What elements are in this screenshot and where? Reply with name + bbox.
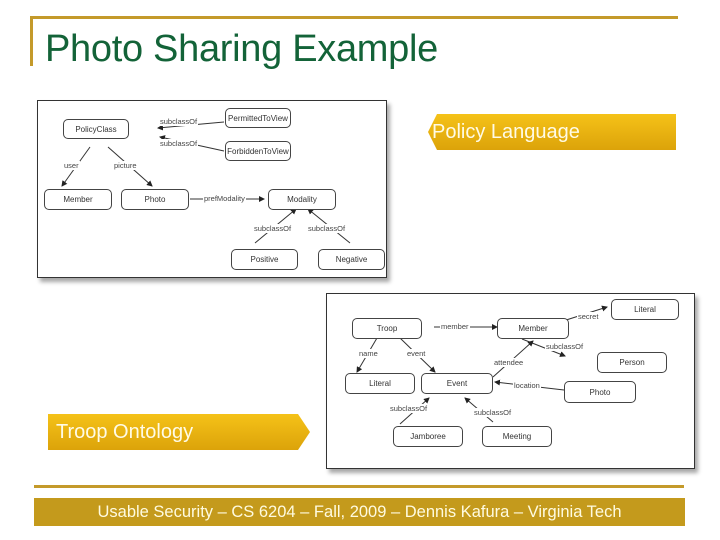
- troop-diagram: Troop Member Literal Person Literal Even…: [326, 293, 695, 469]
- policy-language-callout: Policy Language: [428, 114, 676, 150]
- node-jamboree: Jamboree: [393, 426, 463, 447]
- slide-title: Photo Sharing Example: [45, 28, 438, 70]
- edge-label-subclass1: subclassOf: [159, 117, 199, 126]
- node-photo: Photo: [564, 381, 636, 403]
- node-forbidden-to-view: ForbiddenToView: [225, 141, 291, 161]
- node-modality: Modality: [268, 189, 336, 210]
- edge-label-pref-modality: prefModality: [203, 194, 246, 203]
- node-literal-secret: Literal: [611, 299, 679, 320]
- policy-diagram: PolicyClass PermittedToView ForbiddenToV…: [37, 100, 387, 278]
- policy-language-label: Policy Language: [432, 120, 580, 143]
- node-member: Member: [44, 189, 112, 210]
- edge-label-attendee: attendee: [493, 358, 525, 367]
- edge-label-subclass3: subclassOf: [473, 408, 513, 417]
- edge-label-subclass2: subclassOf: [389, 404, 429, 413]
- node-event: Event: [421, 373, 493, 394]
- footer-divider: [34, 485, 684, 488]
- edge-label-member: member: [440, 322, 470, 331]
- node-negative: Negative: [318, 249, 385, 270]
- title-frame-top: [30, 16, 678, 19]
- node-permitted-to-view: PermittedToView: [225, 108, 291, 128]
- edge-label-subclass2: subclassOf: [159, 139, 199, 148]
- node-positive: Positive: [231, 249, 298, 270]
- node-member: Member: [497, 318, 569, 339]
- edge-label-secret: secret: [577, 312, 600, 321]
- footer-text: Usable Security – CS 6204 – Fall, 2009 –…: [97, 502, 622, 521]
- node-policy-class: PolicyClass: [63, 119, 129, 139]
- troop-ontology-callout: Troop Ontology: [48, 414, 310, 450]
- node-meeting: Meeting: [482, 426, 552, 447]
- edge-label-event: event: [406, 349, 427, 358]
- footer-bar: Usable Security – CS 6204 – Fall, 2009 –…: [34, 498, 685, 526]
- edge-label-user: user: [63, 161, 80, 170]
- edge-label-subclass3: subclassOf: [253, 224, 293, 233]
- title-frame-left: [30, 16, 33, 66]
- node-person: Person: [597, 352, 667, 373]
- node-troop: Troop: [352, 318, 422, 339]
- troop-ontology-label: Troop Ontology: [56, 420, 194, 443]
- edge-label-subclass4: subclassOf: [307, 224, 347, 233]
- node-photo: Photo: [121, 189, 189, 210]
- node-literal-name: Literal: [345, 373, 415, 394]
- edge-label-subclass: subclassOf: [545, 342, 585, 351]
- edge-label-name: name: [358, 349, 379, 358]
- edge-label-picture: picture: [113, 161, 138, 170]
- edge-label-location: location: [513, 381, 541, 390]
